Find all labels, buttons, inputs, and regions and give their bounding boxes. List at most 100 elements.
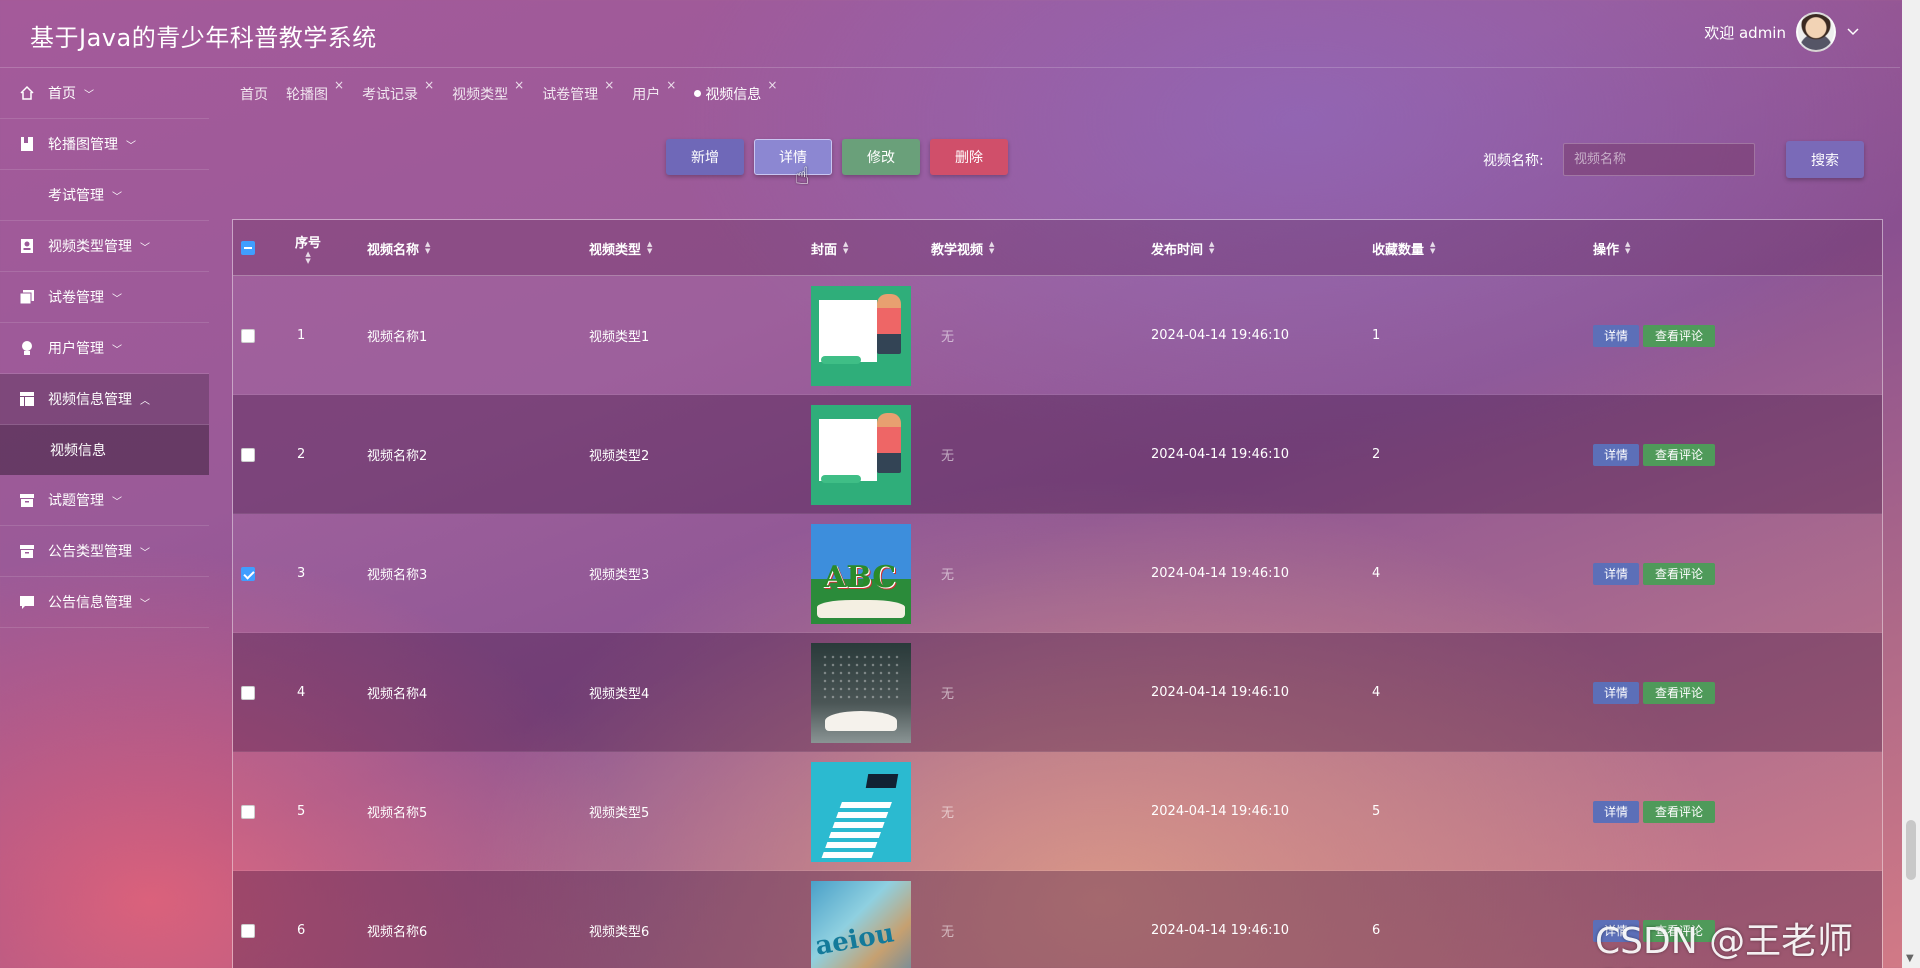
header-cover[interactable]: 封面 ▲ ▼ [811,220,848,276]
row-video: 无 [941,806,955,821]
sidebar-item-banner[interactable]: 轮播图管理 ﹀ [0,119,209,170]
row-index: 6 [297,923,306,938]
row-time: 2024-04-14 19:46:10 [1151,328,1290,343]
page-scrollbar[interactable]: ▼ [1902,0,1920,968]
row-time: 2024-04-14 19:46:10 [1151,566,1290,581]
sidebar-item-label: 视频类型管理 [48,239,132,255]
row-ops: 详情 查看评论 [1593,633,1719,752]
table-row[interactable]: 5 视频名称5 视频类型5 无 2024-04-14 19:46:10 5 详情… [233,752,1882,871]
row-cover [811,633,911,752]
row-time: 2024-04-14 19:46:10 [1151,804,1290,819]
tab-papers[interactable]: 试卷管理 × [542,78,614,104]
header-index[interactable]: 序号 ▲ ▼ [295,220,321,276]
row-checkbox[interactable] [241,871,255,968]
header-video[interactable]: 教学视频 ▲ ▼ [931,220,994,276]
sort-icon[interactable]: ▲ ▼ [425,241,430,255]
header-time[interactable]: 发布时间 ▲ ▼ [1151,220,1214,276]
sidebar-item-video-info[interactable]: 视频信息管理 ︿ [0,374,209,425]
row-cover [811,395,911,514]
sidebar-item-notice-type[interactable]: 公告类型管理 ﹀ [0,526,209,577]
tab-banner[interactable]: 轮播图 × [286,78,344,104]
user-icon [18,339,36,357]
close-icon[interactable]: × [424,78,434,92]
close-icon[interactable]: × [666,78,676,92]
sidebar-item-notice-info[interactable]: 公告信息管理 ﹀ [0,577,209,628]
watermark: CSDN @王老师621 [1595,921,1854,968]
table-row[interactable]: 1 视频名称1 视频类型1 无 2024-04-14 19:46:10 1 详情… [233,276,1882,395]
row-detail-button[interactable]: 详情 [1593,681,1639,704]
sidebar-item-label: 试题管理 [48,493,104,509]
row-review-button[interactable]: 查看评论 [1643,562,1715,585]
tab-video-info[interactable]: 视频信息 × [694,78,777,104]
search-input[interactable] [1563,143,1755,176]
row-checkbox[interactable] [241,395,255,514]
cover-image [811,642,911,743]
header-type[interactable]: 视频类型 ▲ ▼ [589,220,652,276]
chevron-down-icon: ﹀ [112,344,122,356]
cover-image: aeiou [811,880,911,968]
sidebar-item-users[interactable]: 用户管理 ﹀ [0,323,209,374]
close-icon[interactable]: × [514,78,524,92]
avatar[interactable] [1796,12,1836,52]
tab-video-type[interactable]: 视频类型 × [452,78,524,104]
sort-icon[interactable]: ▲ ▼ [843,241,848,255]
sidebar-item-label: 首页 [48,86,76,102]
bookmark-icon [18,135,36,153]
sidebar-item-questions[interactable]: 试题管理 ﹀ [0,475,209,526]
close-icon[interactable]: × [604,78,614,92]
hand-cursor-icon: ☝ [795,162,810,190]
table-row[interactable]: 3 视频名称3 视频类型3 ABC 无 2024-04-14 19:46:10 … [233,514,1882,633]
row-cover [811,276,911,395]
search-button[interactable]: 搜索 [1786,141,1864,178]
table-row[interactable]: 4 视频名称4 视频类型4 无 2024-04-14 19:46:10 4 详情… [233,633,1882,752]
row-ops: 详情 查看评论 [1593,276,1719,395]
sort-icon[interactable]: ▲ ▼ [305,250,310,265]
sidebar-subitem-video-info[interactable]: 视频信息 [0,425,209,475]
row-checkbox[interactable] [241,752,255,871]
sort-icon[interactable]: ▲ ▼ [1625,241,1630,255]
row-checkbox[interactable] [241,276,255,395]
sort-icon[interactable]: ▲ ▼ [1430,241,1435,255]
close-icon[interactable]: × [334,78,344,92]
header-ops[interactable]: 操作 ▲ ▼ [1593,220,1630,276]
sort-icon[interactable]: ▲ ▼ [1209,241,1214,255]
row-review-button[interactable]: 查看评论 [1643,681,1715,704]
row-cover: ABC [811,514,911,633]
row-detail-button[interactable]: 详情 [1593,562,1639,585]
detail-button[interactable]: 详情 [754,139,832,175]
sort-icon[interactable]: ▲ ▼ [647,241,652,255]
chevron-down-icon[interactable] [1846,25,1860,39]
scrollbar-thumb[interactable] [1906,820,1916,880]
sidebar-item-home[interactable]: 首页 ﹀ [0,68,209,119]
row-cover: aeiou [811,871,911,968]
sidebar-item-video-type[interactable]: 视频类型管理 ﹀ [0,221,209,272]
row-name: 视频名称3 [367,568,428,583]
header-name[interactable]: 视频名称 ▲ ▼ [367,220,430,276]
tab-home[interactable]: 首页 [240,84,268,104]
row-review-button[interactable]: 查看评论 [1643,443,1715,466]
select-all-checkbox[interactable] [241,220,255,276]
delete-button[interactable]: 删除 [930,139,1008,175]
sidebar-item-exam[interactable]: 考试管理 ﹀ [0,170,209,221]
row-detail-button[interactable]: 详情 [1593,800,1639,823]
row-checkbox[interactable] [241,514,255,633]
add-button[interactable]: 新增 [666,139,744,175]
table-row[interactable]: 2 视频名称2 视频类型2 无 2024-04-14 19:46:10 2 详情… [233,395,1882,514]
row-detail-button[interactable]: 详情 [1593,324,1639,347]
header-fav[interactable]: 收藏数量 ▲ ▼ [1372,220,1435,276]
box-icon [18,542,36,560]
tab-users[interactable]: 用户 × [632,78,676,104]
tab-exam-record[interactable]: 考试记录 × [362,78,434,104]
sidebar-item-papers[interactable]: 试卷管理 ﹀ [0,272,209,323]
user-menu[interactable]: 欢迎 admin [1704,12,1860,52]
edit-button[interactable]: 修改 [842,139,920,175]
sort-icon[interactable]: ▲ ▼ [989,241,994,255]
row-video: 无 [941,330,955,345]
row-index: 3 [297,566,306,581]
row-review-button[interactable]: 查看评论 [1643,324,1715,347]
row-checkbox[interactable] [241,633,255,752]
close-icon[interactable]: × [767,78,777,92]
row-detail-button[interactable]: 详情 [1593,443,1639,466]
row-review-button[interactable]: 查看评论 [1643,800,1715,823]
row-time: 2024-04-14 19:46:10 [1151,685,1290,700]
